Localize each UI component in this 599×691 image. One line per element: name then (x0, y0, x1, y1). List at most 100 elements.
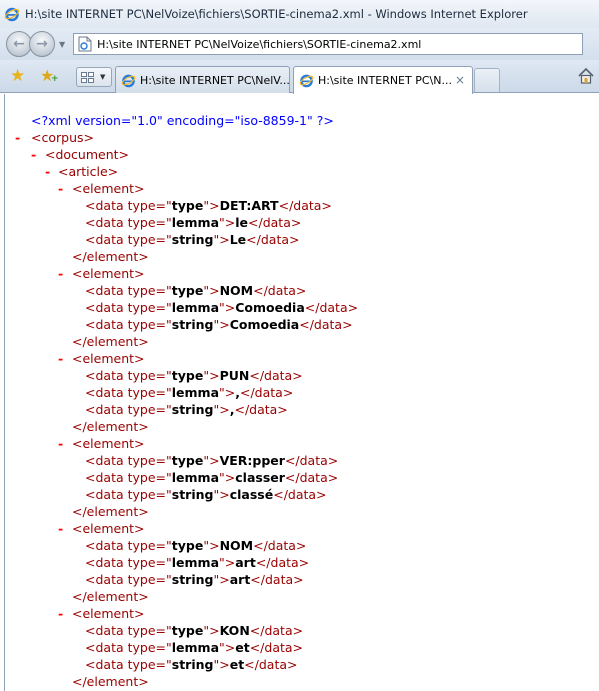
element-close-line: </element> (72, 588, 149, 605)
element-close-line: </element> (72, 503, 149, 520)
new-tab-button[interactable] (474, 68, 500, 92)
data-type-line: <data type="type">DET:ART</data> (85, 197, 332, 214)
tag-article: <article> (58, 164, 119, 179)
forward-button[interactable]: → (29, 31, 55, 57)
tag-data-open-end: "> (219, 555, 236, 570)
attr-value: string (171, 402, 214, 417)
element-close-line: </element> (72, 673, 149, 690)
data-type-text: NOM (219, 538, 254, 553)
xml-document-view: <?xml version="1.0" encoding="iso-8859-1… (4, 94, 599, 691)
collapse-toggle[interactable]: - (58, 180, 63, 197)
tag-data-name: <data (85, 572, 128, 587)
attr-value: lemma (171, 385, 220, 400)
collapse-toggle[interactable]: - (31, 146, 36, 163)
attr-name-type: type=" (127, 198, 172, 213)
data-lemma-text: le (235, 215, 249, 230)
attr-value: type (171, 538, 204, 553)
tag-data-open: <data type=" (85, 572, 172, 587)
address-bar[interactable]: H:\site INTERNET PC\NelVoize\fichiers\SO… (73, 33, 584, 55)
element-close-line: </element> (72, 248, 149, 265)
data-string-text: Le (229, 232, 247, 247)
tag-data-open-end: "> (203, 283, 220, 298)
data-lemma-text: art (235, 555, 256, 570)
collapse-toggle[interactable]: - (58, 605, 63, 622)
tag-element-open: <element> (72, 521, 145, 536)
collapse-toggle[interactable]: - (58, 520, 63, 537)
tag-data-name: <data (85, 538, 128, 553)
arrow-left-icon: ← (13, 36, 25, 52)
tag-data-name: <data (85, 300, 128, 315)
tag-data-open-end: "> (219, 640, 236, 655)
tag-element-open: <element> (72, 266, 145, 281)
data-type-line: <data type="type">PUN</data> (85, 367, 303, 384)
recent-pages-dropdown[interactable]: ▼ (59, 40, 65, 49)
tag-data-open-end: "> (219, 215, 236, 230)
data-type-text: NOM (219, 283, 254, 298)
data-lemma-line: <data type="lemma">et</data> (85, 639, 303, 656)
tag-data-name: <data (85, 198, 128, 213)
home-icon[interactable] (577, 67, 595, 85)
attr-value: lemma (171, 215, 220, 230)
grid-icon (81, 71, 94, 83)
data-type-text: VER:pper (219, 453, 285, 468)
tag-data-open: <data type=" (85, 317, 172, 332)
tab-inactive[interactable]: H:\site INTERNET PC\NelV... (115, 66, 290, 93)
data-string-line: <data type="string">art</data> (85, 571, 304, 588)
element-close-line: </element> (72, 418, 149, 435)
data-type-line: <data type="type">NOM</data> (85, 537, 306, 554)
data-type-text: PUN (219, 368, 250, 383)
tag-data-name: <data (85, 470, 128, 485)
close-tab-icon[interactable]: × (455, 73, 465, 87)
tag-element-open: <element> (72, 181, 145, 196)
tag-data-open: <data type=" (85, 623, 172, 638)
navigation-bar: ← → ▼ H:\site INTERNET PC\NelVoize\fichi… (0, 28, 599, 60)
tag-data-open-end: "> (213, 657, 230, 672)
attr-name-type: type=" (127, 283, 172, 298)
address-url[interactable]: H:\site INTERNET PC\NelVoize\fichiers\SO… (97, 38, 421, 51)
window-title: H:\site INTERNET PC\NelVoize\fichiers\SO… (25, 7, 528, 21)
element-open-line: <element> (72, 605, 145, 622)
attr-value: type (171, 623, 204, 638)
collapse-toggle[interactable]: - (45, 163, 50, 180)
tag-data-open-end: "> (213, 572, 230, 587)
favorites-star-icon[interactable]: ★ (10, 67, 25, 85)
chevron-down-icon[interactable]: ▼ (100, 73, 105, 81)
tag-data-open: <data type=" (85, 640, 172, 655)
tag-data-open-end: "> (213, 487, 230, 502)
quick-tabs-button[interactable]: ▼ (76, 67, 112, 87)
tag-data-close: </data> (240, 385, 294, 400)
tab-label: H:\site INTERNET PC\N... (318, 74, 452, 87)
tag-data-open: <data type=" (85, 232, 172, 247)
tag-data-open-end: "> (203, 538, 220, 553)
tag-element-open: <element> (72, 351, 145, 366)
attr-value: type (171, 368, 204, 383)
attr-value: type (171, 198, 204, 213)
attr-value: lemma (171, 555, 220, 570)
tag-data-open: <data type=" (85, 215, 172, 230)
tag-data-open-end: "> (219, 300, 236, 315)
tag-data-close: </data> (244, 657, 298, 672)
attr-name-type: type=" (127, 657, 172, 672)
data-string-line: <data type="string">classé</data> (85, 486, 327, 503)
tag-data-close: </data> (253, 538, 307, 553)
element-open-line: <element> (72, 265, 145, 282)
tag-data-name: <data (85, 657, 128, 672)
tag-data-close: </data> (253, 283, 307, 298)
tag-data-open-end: "> (203, 368, 220, 383)
collapse-toggle[interactable]: - (58, 435, 63, 452)
tag-data-open-end: "> (203, 623, 220, 638)
tag-data-name: <data (85, 317, 128, 332)
tag-element-open: <element> (72, 436, 145, 451)
collapse-toggle[interactable]: - (58, 265, 63, 282)
corpus-line: <corpus> (31, 129, 94, 146)
tag-element-close: </element> (72, 674, 149, 689)
collapse-toggle[interactable]: - (15, 129, 20, 146)
collapse-toggle[interactable]: - (58, 350, 63, 367)
data-string-text: classé (229, 487, 274, 502)
tag-data-name: <data (85, 368, 128, 383)
attr-value: string (171, 317, 214, 332)
tab-active[interactable]: H:\site INTERNET PC\N... × (293, 66, 473, 94)
tag-data-open: <data type=" (85, 198, 172, 213)
tag-data-open: <data type=" (85, 470, 172, 485)
tag-data-close: </data> (248, 215, 302, 230)
